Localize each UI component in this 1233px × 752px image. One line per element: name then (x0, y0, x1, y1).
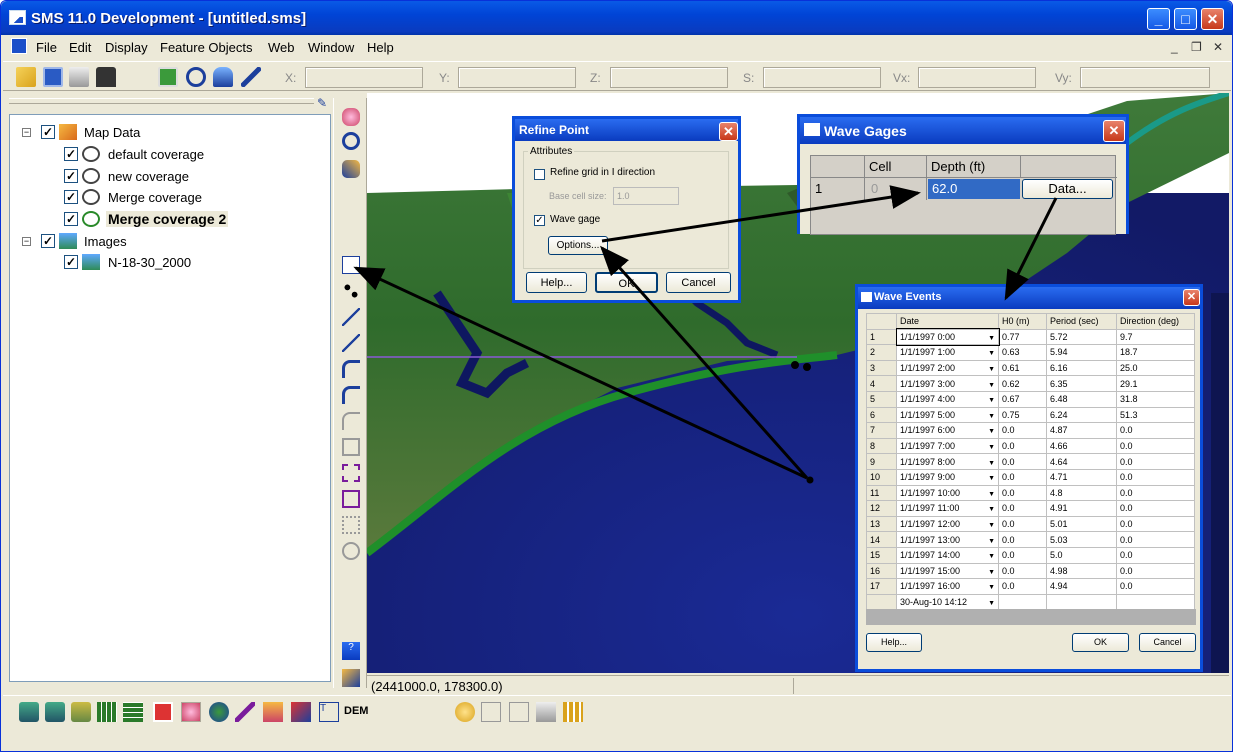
arrow-options-to-gages (601, 185, 921, 243)
arrow-gage-to-tool (353, 266, 808, 480)
arrow-data-to-events (1004, 197, 1058, 301)
arrow-gage-to-options (600, 245, 809, 479)
annotation-arrows (353, 185, 1058, 480)
